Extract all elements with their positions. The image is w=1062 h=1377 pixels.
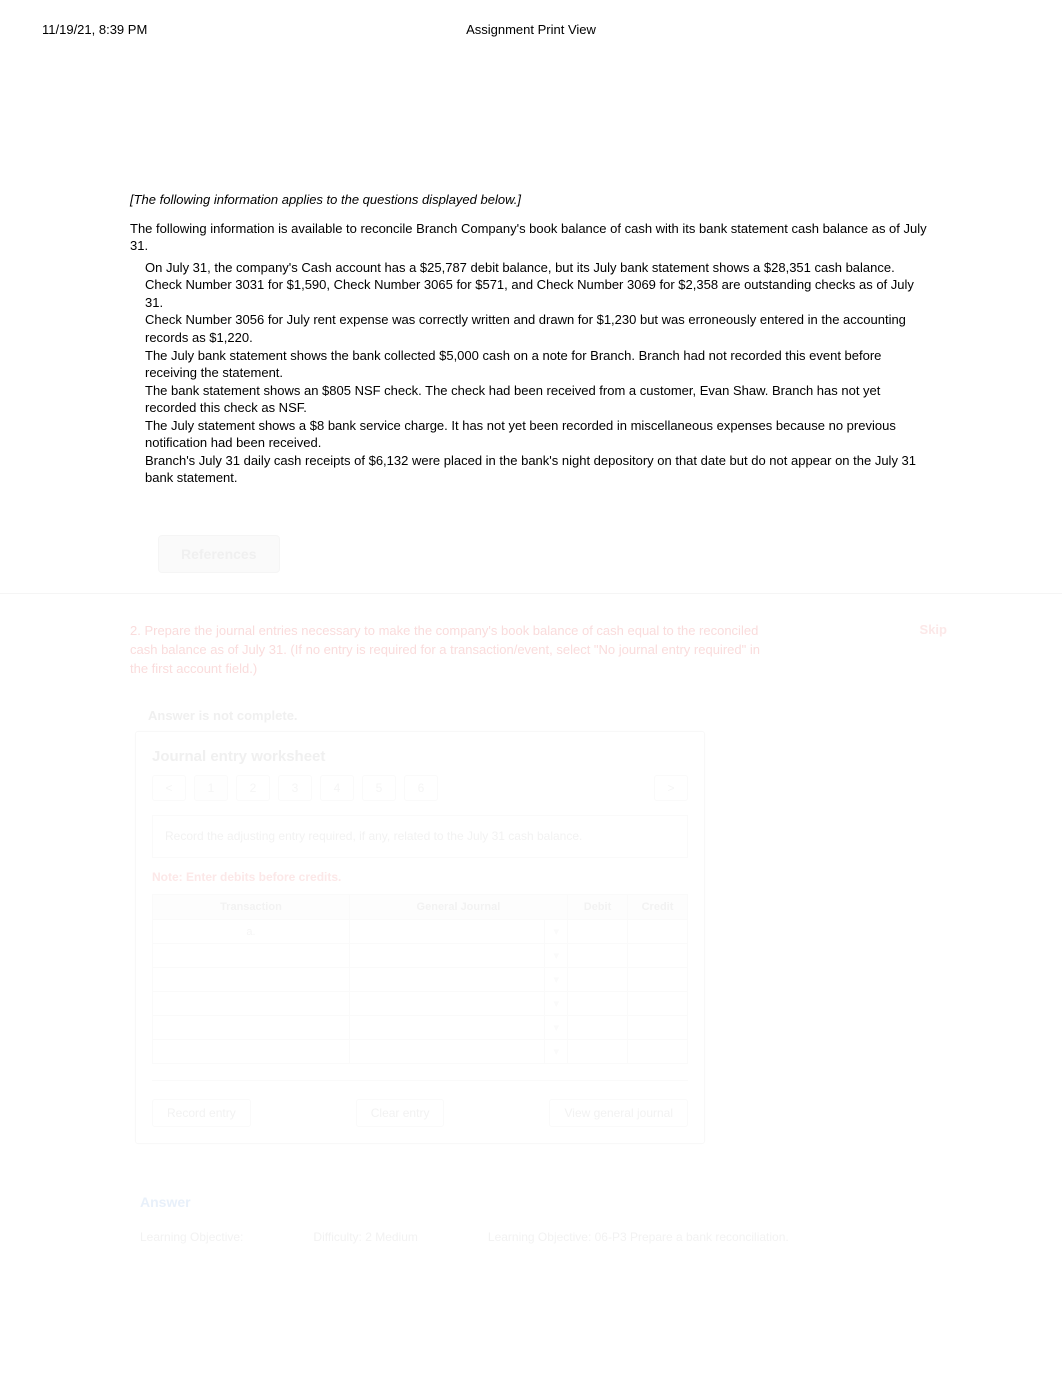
answer-incomplete-label: Answer is not complete. xyxy=(148,708,932,723)
debit-cell[interactable] xyxy=(568,992,628,1016)
credit-cell[interactable] xyxy=(628,1040,688,1064)
tx-cell[interactable] xyxy=(153,968,350,992)
references-button[interactable]: References xyxy=(158,535,280,573)
info-item: On July 31, the company's Cash account h… xyxy=(145,259,932,277)
timestamp: 11/19/21, 8:39 PM xyxy=(42,22,147,37)
tx-cell[interactable] xyxy=(153,1040,350,1064)
credit-cell[interactable] xyxy=(628,1016,688,1040)
tab-1[interactable]: 1 xyxy=(194,775,228,801)
debit-cell[interactable] xyxy=(568,1040,628,1064)
tab-6[interactable]: 6 xyxy=(404,775,438,801)
applies-note: [The following information applies to th… xyxy=(130,192,932,207)
tab-3[interactable]: 3 xyxy=(278,775,312,801)
dropdown-arrow-icon[interactable]: ▾ xyxy=(545,920,568,944)
worksheet-title: Journal entry worksheet xyxy=(152,748,688,765)
col-debit: Debit xyxy=(568,895,628,920)
debit-cell[interactable] xyxy=(568,944,628,968)
instruction-text: Record the adjusting entry required, if … xyxy=(152,815,688,858)
debit-credit-note: Note: Enter debits before credits. xyxy=(152,870,688,884)
difficulty-label: Difficulty: 2 Medium xyxy=(313,1230,417,1244)
tx-cell[interactable] xyxy=(153,1016,350,1040)
tab-next[interactable]: > xyxy=(654,775,688,801)
info-item: The bank statement shows an $805 NSF che… xyxy=(145,382,932,417)
info-list: On July 31, the company's Cash account h… xyxy=(130,259,932,487)
col-transaction: Transaction xyxy=(153,895,350,920)
journal-worksheet-card: Journal entry worksheet < 1 2 3 4 5 6 > … xyxy=(135,731,705,1144)
info-item: The July bank statement shows the bank c… xyxy=(145,347,932,382)
learning-objective-label: Learning Objective: xyxy=(140,1230,243,1244)
credit-cell[interactable] xyxy=(628,944,688,968)
dropdown-arrow-icon[interactable]: ▾ xyxy=(545,944,568,968)
table-row: ▾ xyxy=(153,1040,688,1064)
lead-in-text: The following information is available t… xyxy=(130,221,932,255)
table-row: ▾ xyxy=(153,944,688,968)
tx-cell[interactable] xyxy=(153,992,350,1016)
tab-4[interactable]: 4 xyxy=(320,775,354,801)
gj-cell[interactable] xyxy=(349,920,545,944)
gj-cell[interactable] xyxy=(349,1040,545,1064)
journal-table: Transaction General Journal Debit Credit… xyxy=(152,894,688,1064)
answer-metadata: Answer Learning Objective: Difficulty: 2… xyxy=(130,1194,932,1244)
tab-5[interactable]: 5 xyxy=(362,775,396,801)
dropdown-arrow-icon[interactable]: ▾ xyxy=(545,1040,568,1064)
info-item: Branch's July 31 daily cash receipts of … xyxy=(145,452,932,487)
table-row: ▾ xyxy=(153,1016,688,1040)
record-entry-button[interactable]: Record entry xyxy=(152,1099,251,1127)
clear-entry-button[interactable]: Clear entry xyxy=(356,1099,445,1127)
dropdown-arrow-icon[interactable]: ▾ xyxy=(545,968,568,992)
tx-cell[interactable]: a. xyxy=(153,920,350,944)
debit-cell[interactable] xyxy=(568,920,628,944)
answer-link[interactable]: Answer xyxy=(140,1194,932,1210)
table-row: a. ▾ xyxy=(153,920,688,944)
worksheet-nav: Record entry Clear entry View general jo… xyxy=(152,1080,688,1127)
skip-badge: Skip xyxy=(920,622,947,637)
info-item: Check Number 3056 for July rent expense … xyxy=(145,311,932,346)
page-title: Assignment Print View xyxy=(466,22,596,37)
table-row: ▾ xyxy=(153,968,688,992)
debit-cell[interactable] xyxy=(568,1016,628,1040)
col-credit: Credit xyxy=(628,895,688,920)
dropdown-arrow-icon[interactable]: ▾ xyxy=(545,1016,568,1040)
gj-cell[interactable] xyxy=(349,944,545,968)
view-journal-button[interactable]: View general journal xyxy=(549,1099,688,1127)
tab-prev[interactable]: < xyxy=(152,775,186,801)
credit-cell[interactable] xyxy=(628,992,688,1016)
tx-cell[interactable] xyxy=(153,944,350,968)
info-item: Check Number 3031 for $1,590, Check Numb… xyxy=(145,276,932,311)
col-general-journal: General Journal xyxy=(349,895,567,920)
debit-cell[interactable] xyxy=(568,968,628,992)
credit-cell[interactable] xyxy=(628,968,688,992)
info-item: The July statement shows a $8 bank servi… xyxy=(145,417,932,452)
gj-cell[interactable] xyxy=(349,992,545,1016)
learning-objective-text: Learning Objective: 06-P3 Prepare a bank… xyxy=(488,1230,789,1244)
gj-cell[interactable] xyxy=(349,968,545,992)
worksheet-tabs: < 1 2 3 4 5 6 > xyxy=(152,775,688,801)
question-prompt: 2. Prepare the journal entries necessary… xyxy=(130,622,770,679)
gj-cell[interactable] xyxy=(349,1016,545,1040)
credit-cell[interactable] xyxy=(628,920,688,944)
dropdown-arrow-icon[interactable]: ▾ xyxy=(545,992,568,1016)
table-row: ▾ xyxy=(153,992,688,1016)
tab-2[interactable]: 2 xyxy=(236,775,270,801)
